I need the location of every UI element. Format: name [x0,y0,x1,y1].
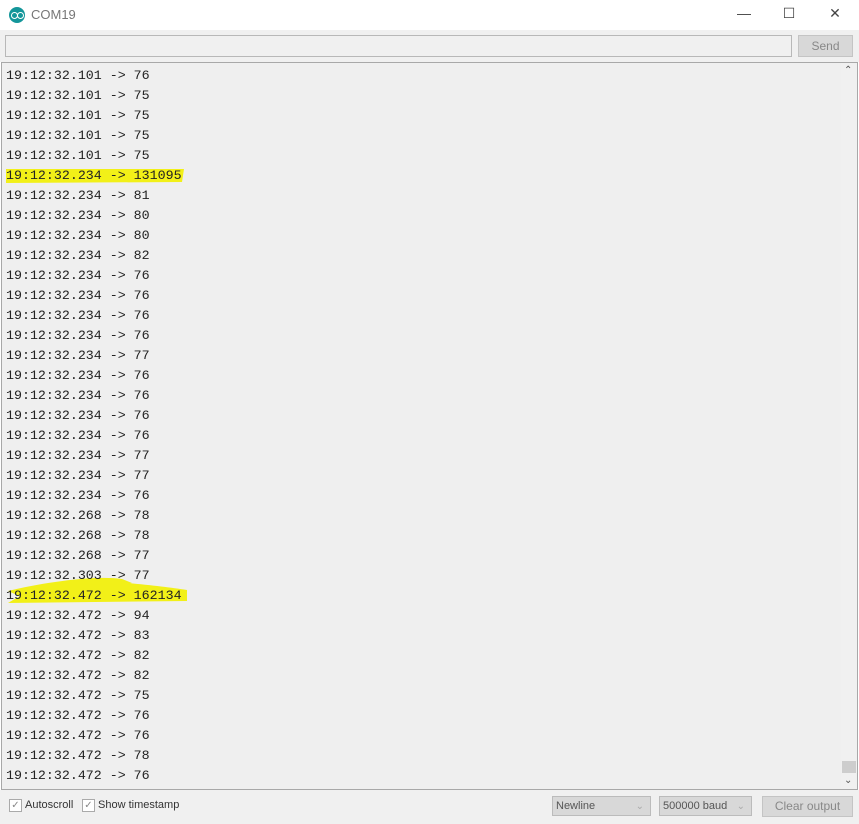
output-line: 19:12:32.101 -> 75 [6,148,150,163]
output-line: 19:12:32.472 -> 94 [6,608,150,623]
output-line: 19:12:32.234 -> 81 [6,188,150,203]
scrollbar-thumb[interactable] [842,761,856,773]
maximize-icon[interactable]: ☐ [779,5,799,22]
output-line: 19:12:32.234 -> 80 [6,208,150,223]
output-line: 19:12:32.472 -> 78 [6,748,150,763]
show-timestamp-checkbox[interactable]: ✓ [82,799,95,812]
output-line: 19:12:32.234 -> 131095 [6,168,182,183]
baud-rate-select[interactable]: 500000 baud ⌄ [659,796,752,816]
output-line: 19:12:32.234 -> 77 [6,348,150,363]
line-ending-select[interactable]: Newline ⌄ [552,796,651,816]
output-line: 19:12:32.234 -> 82 [6,248,150,263]
output-line: 19:12:32.303 -> 77 [6,568,150,583]
output-line: 19:12:32.234 -> 77 [6,448,150,463]
show-timestamp-label: Show timestamp [98,799,180,811]
output-line: 19:12:32.101 -> 75 [6,88,150,103]
output-line: 19:12:32.472 -> 76 [6,728,150,743]
output-line: 19:12:32.101 -> 75 [6,108,150,123]
scroll-up-icon[interactable]: ⌃ [844,65,852,76]
output-line: 19:12:32.472 -> 83 [6,628,150,643]
output-line: 19:12:32.472 -> 82 [6,668,150,683]
autoscroll-checkbox[interactable]: ✓ [9,799,22,812]
input-bar: Send [0,30,859,62]
close-icon[interactable]: ✕ [825,5,845,22]
chevron-down-icon: ⌄ [736,801,745,812]
chevron-down-icon: ⌄ [635,801,644,812]
scroll-down-icon[interactable]: ⌄ [844,775,852,786]
window-title: COM19 [31,7,76,22]
output-line: 19:12:32.268 -> 78 [6,508,150,523]
title-bar: COM19 — ☐ ✕ [0,0,859,30]
output-line: 19:12:32.268 -> 77 [6,548,150,563]
line-ending-value: Newline [556,800,596,812]
vertical-scrollbar[interactable]: ⌃ ⌄ [841,63,857,789]
output-line: 19:12:32.234 -> 80 [6,228,150,243]
clear-output-button[interactable]: Clear output [762,796,853,817]
output-line: 19:12:32.234 -> 76 [6,328,150,343]
minimize-icon[interactable]: — [734,5,754,21]
output-line: 19:12:32.234 -> 76 [6,408,150,423]
output-line: 19:12:32.472 -> 76 [6,768,150,783]
output-line: 19:12:32.472 -> 75 [6,688,150,703]
serial-output[interactable]: 19:12:32.101 -> 76 19:12:32.101 -> 75 19:1… [1,62,858,790]
output-line: 19:12:32.472 -> 82 [6,648,150,663]
output-line: 19:12:32.268 -> 78 [6,528,150,543]
output-line: 19:12:32.101 -> 76 [6,68,150,83]
autoscroll-label: Autoscroll [25,799,74,811]
arduino-logo-icon [9,7,25,23]
output-lines: 19:12:32.101 -> 76 19:12:32.101 -> 75 19:1… [6,66,182,786]
output-line: 19:12:32.101 -> 75 [6,128,150,143]
output-line: 19:12:32.234 -> 76 [6,268,150,283]
output-line: 19:12:32.234 -> 76 [6,308,150,323]
output-line: 19:12:32.234 -> 76 [6,488,150,503]
output-line: 19:12:32.234 -> 76 [6,368,150,383]
output-line: 19:12:32.472 -> 76 [6,708,150,723]
output-line: 19:12:32.234 -> 76 [6,388,150,403]
output-line: 19:12:32.472 -> 162134 [6,588,182,603]
footer-bar: ✓ Autoscroll ✓ Show timestamp Newline ⌄ … [0,790,859,824]
serial-input[interactable] [5,35,792,57]
send-button[interactable]: Send [798,35,853,57]
output-line: 19:12:32.234 -> 76 [6,288,150,303]
output-line: 19:12:32.234 -> 77 [6,468,150,483]
baud-rate-value: 500000 baud [663,800,728,812]
output-line: 19:12:32.234 -> 76 [6,428,150,443]
